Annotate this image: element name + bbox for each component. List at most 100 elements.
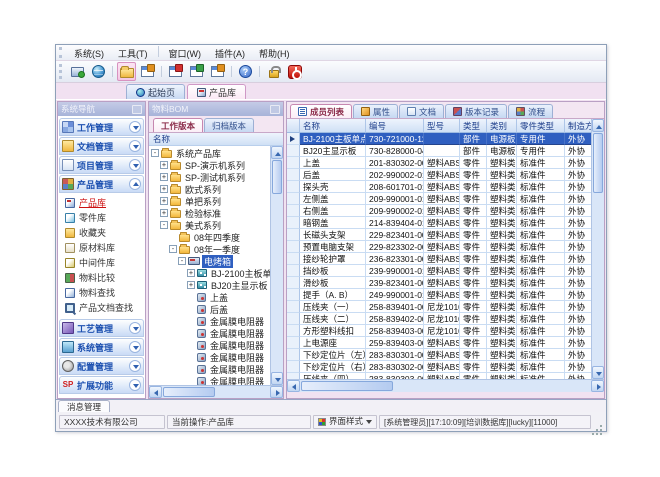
sidebar-group-1[interactable]: 文档管理	[59, 137, 144, 155]
column-header-类别[interactable]: 类别	[487, 119, 517, 133]
table-row[interactable]: 上盖201-830302-00X塑料ABS零件塑料类标准件外协条	[287, 157, 604, 169]
tree-horizontal-scrollbar[interactable]	[149, 385, 283, 398]
collapse-icon[interactable]: -	[178, 257, 186, 265]
tab-工作版本[interactable]: 工作版本	[153, 118, 203, 132]
table-row[interactable]: 方形塑料线扣258-839403-00X尼龙1010零件塑料类标准件外协条	[287, 325, 604, 337]
open-folder-button[interactable]	[117, 62, 136, 81]
column-header-名称[interactable]: 名称	[300, 119, 366, 133]
computer-button[interactable]	[68, 62, 87, 81]
scroll-up-icon[interactable]	[271, 146, 283, 159]
tree-node[interactable]: 金属膜电阻器	[149, 375, 283, 385]
tab-归档版本[interactable]: 归档版本	[204, 118, 254, 132]
sidebar-group-4[interactable]: 工艺管理	[59, 319, 144, 337]
menu-item-3[interactable]: 插件(A)	[208, 48, 252, 60]
column-header-型号[interactable]: 型号	[424, 119, 460, 133]
column-header-零件类型[interactable]: 零件类型	[517, 119, 565, 133]
tree-node[interactable]: 金属膜电阻器	[149, 363, 283, 375]
table-row[interactable]: 预置电脑支架229-823302-00X塑料ABS零件塑料类标准件外协条	[287, 241, 604, 253]
chevron-up-icon[interactable]	[129, 178, 141, 190]
table-row[interactable]: 探头壳208-601701-01X塑料ABS零件塑料类标准件外协条	[287, 181, 604, 193]
tree-node[interactable]: +BJ20主显示板	[149, 279, 283, 291]
table-row[interactable]: 挡纱板239-990001-01X塑料ABS零件塑料类标准件外协条	[287, 265, 604, 277]
sidebar-group-6[interactable]: 配置管理	[59, 357, 144, 375]
collapse-icon[interactable]: -	[151, 149, 159, 157]
tree-node[interactable]: -08年一季度	[149, 243, 283, 255]
table-row[interactable]: BJ-2100主板单点730-721000-12X部件电源板专用件外协颗	[287, 133, 604, 145]
ui-style-selector[interactable]: 界面样式	[313, 415, 377, 429]
table-hscroll-thumb[interactable]	[301, 381, 393, 391]
column-header-类型[interactable]: 类型	[460, 119, 487, 133]
tree-node[interactable]: 上盖	[149, 291, 283, 303]
toolbar-grip[interactable]	[59, 64, 64, 79]
table-row[interactable]: 暗钢盖214-839404-01X塑料ABS零件塑料类标准件外协条	[287, 217, 604, 229]
tree-node[interactable]: 金属膜电阻器	[149, 339, 283, 351]
sidebar-item-中间件库[interactable]: 中间件库	[65, 255, 144, 270]
tree-column-header[interactable]: 名称	[149, 133, 283, 146]
tree-node[interactable]: +单把系列	[149, 195, 283, 207]
tree-node[interactable]: +欧式系列	[149, 183, 283, 195]
tree-node[interactable]: 金属膜电阻器	[149, 327, 283, 339]
tree-node[interactable]: -系统产品库	[149, 147, 283, 159]
sidebar-item-原材料库[interactable]: 原材料库	[65, 240, 144, 255]
tree-node[interactable]: 金属膜电阻器	[149, 315, 283, 327]
tree-node[interactable]: +检验标准	[149, 207, 283, 219]
sidebar-item-物料比较[interactable]: 物料比较	[65, 270, 144, 285]
table-row[interactable]: 右侧盖209-990002-01X塑料ABS零件塑料类标准件外协条	[287, 205, 604, 217]
tab-product-library[interactable]: 产品库	[187, 84, 246, 99]
expand-icon[interactable]: +	[160, 173, 168, 181]
menu-item-4[interactable]: 帮助(H)	[252, 48, 297, 60]
table-row[interactable]: 接纱轮护罩236-823301-00X塑料ABS零件塑料类标准件外协条	[287, 253, 604, 265]
help-button[interactable]	[236, 62, 255, 81]
sidebar-group-0[interactable]: 工作管理	[59, 118, 144, 136]
chevron-down-icon[interactable]	[129, 322, 141, 334]
table-horizontal-scrollbar[interactable]	[287, 379, 604, 392]
table-row[interactable]: BJ20主显示板730-828000-04X部件电源板专用件外协颗	[287, 145, 604, 157]
refresh-window-button[interactable]	[187, 62, 206, 81]
table-row[interactable]: 后盖202-990002-01X塑料ABS零件塑料类标准件外协条	[287, 169, 604, 181]
collapse-icon[interactable]: -	[160, 221, 168, 229]
tab-版本记录[interactable]: 版本记录	[445, 104, 507, 118]
tree-node[interactable]: -美式系列	[149, 219, 283, 231]
pin-icon[interactable]	[132, 105, 142, 114]
chevron-down-icon[interactable]	[129, 140, 141, 152]
tree-node[interactable]: -电烤箱	[149, 255, 283, 267]
chevron-down-icon[interactable]	[129, 360, 141, 372]
sidebar-item-产品库[interactable]: 产品库	[65, 195, 144, 210]
table-scroll-thumb[interactable]	[593, 133, 603, 193]
tree-vertical-scrollbar[interactable]	[270, 146, 283, 385]
new-window-button[interactable]	[208, 62, 227, 81]
tree-hscroll-thumb[interactable]	[163, 387, 215, 397]
expand-icon[interactable]: +	[160, 209, 168, 217]
expand-icon[interactable]: +	[187, 269, 195, 277]
scroll-up-icon[interactable]	[592, 119, 604, 132]
expand-icon[interactable]: +	[160, 161, 168, 169]
tree-node[interactable]: 08年四季度	[149, 231, 283, 243]
table-row[interactable]: 滑纱板239-823401-00X塑料ABS零件塑料类标准件外协条	[287, 277, 604, 289]
panel-menu-icon[interactable]	[270, 105, 280, 114]
sidebar-group-3[interactable]: 产品管理	[59, 175, 144, 193]
expand-icon[interactable]: +	[160, 185, 168, 193]
table-row[interactable]: 左侧盖209-990001-01X塑料ABS零件塑料类标准件外协条	[287, 193, 604, 205]
tree-node[interactable]: +BJ-2100主板单点	[149, 267, 283, 279]
scroll-right-icon[interactable]	[591, 380, 604, 392]
tree-node[interactable]: 金属膜电阻器	[149, 351, 283, 363]
table-row[interactable]: 长磁头支架229-823401-00X塑料ABS零件塑料类标准件外协条	[287, 229, 604, 241]
tree-node[interactable]: 后盖	[149, 303, 283, 315]
sidebar-item-收藏夹[interactable]: 收藏夹	[65, 225, 144, 240]
table-row[interactable]: 压线夹（二）258-839402-00X尼龙1010零件塑料类标准件外协条	[287, 313, 604, 325]
tab-start-page[interactable]: 起始页	[126, 84, 185, 99]
chevron-down-icon[interactable]	[129, 341, 141, 353]
close-window-button[interactable]	[166, 62, 185, 81]
tab-文档[interactable]: 文档	[399, 104, 444, 118]
tree-node[interactable]: +SP-演示机系列	[149, 159, 283, 171]
tab-成员列表[interactable]: 成员列表	[290, 104, 352, 118]
table-row[interactable]: 压线夹（一）258-839401-00X尼龙1010零件塑料类标准件外协条	[287, 301, 604, 313]
sidebar-group-2[interactable]: 项目管理	[59, 156, 144, 174]
exit-button[interactable]	[285, 62, 304, 81]
globe-button[interactable]	[89, 62, 108, 81]
tab-message-management[interactable]: 消息管理	[58, 400, 110, 412]
table-vertical-scrollbar[interactable]	[591, 119, 604, 379]
menu-item-0[interactable]: 系统(S)	[67, 48, 111, 60]
tab-属性[interactable]: 属性	[353, 104, 398, 118]
sidebar-item-物料查找[interactable]: 物料查找	[65, 285, 144, 300]
